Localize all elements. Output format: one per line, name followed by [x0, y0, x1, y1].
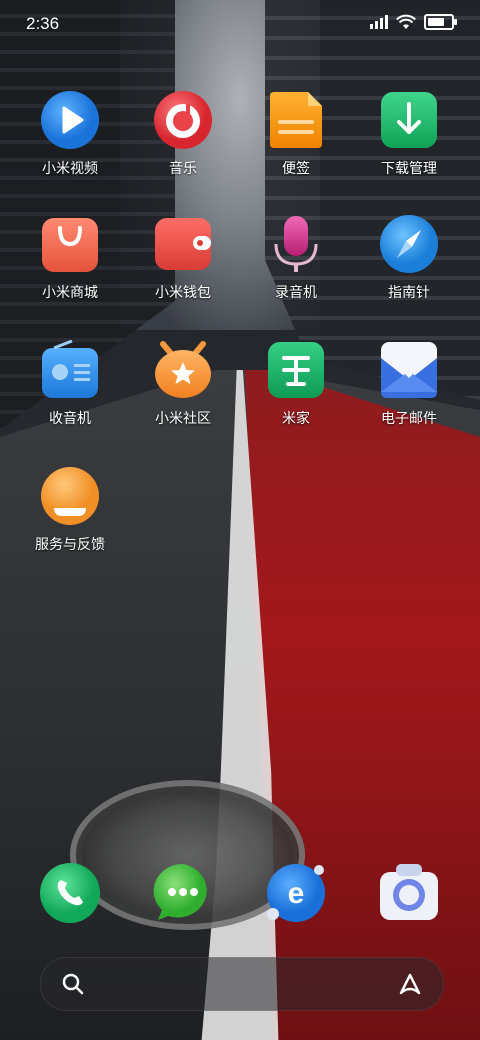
dock-phone[interactable]	[14, 862, 126, 924]
radio-icon	[40, 339, 100, 400]
app-notes[interactable]: 便签	[240, 90, 352, 178]
app-downloads[interactable]: 下载管理	[353, 90, 465, 178]
phone-icon	[39, 862, 101, 924]
app-label: 下载管理	[381, 161, 437, 177]
download-icon	[379, 90, 439, 150]
dock-camera[interactable]	[353, 862, 465, 924]
app-label: 电子邮件	[381, 411, 437, 427]
home-screen: 2:36 小米视频 音乐 便签 下载管理 小米商城 小米钱包 录音机 指南针 收…	[0, 0, 480, 1040]
notes-icon	[266, 90, 326, 150]
app-label: 小米商城	[42, 285, 98, 301]
app-label: 小米钱包	[155, 285, 211, 301]
svg-text:e: e	[288, 877, 305, 910]
wallet-icon	[153, 214, 213, 274]
search-bar[interactable]	[40, 957, 444, 1011]
app-music[interactable]: 音乐	[127, 90, 239, 178]
app-mi-video[interactable]: 小米视频	[14, 90, 126, 178]
app-label: 录音机	[275, 285, 317, 301]
microphone-icon	[266, 214, 326, 274]
dock-messages[interactable]	[127, 862, 239, 924]
status-bar: 2:36	[0, 0, 480, 50]
app-label: 收音机	[49, 411, 91, 427]
music-icon	[153, 90, 213, 150]
shopping-bag-icon	[40, 214, 100, 274]
message-icon	[152, 862, 214, 924]
status-time: 2:36	[26, 14, 60, 33]
app-label: 便签	[282, 161, 310, 177]
app-service-feedback[interactable]: 服务与反馈	[14, 466, 126, 554]
feedback-icon	[40, 466, 100, 526]
app-mi-store[interactable]: 小米商城	[14, 214, 126, 302]
app-recorder[interactable]: 录音机	[240, 214, 352, 302]
app-mi-community[interactable]: 小米社区	[127, 340, 239, 428]
status-icons	[370, 14, 457, 30]
play-icon	[40, 90, 100, 150]
signal-icon	[370, 15, 388, 29]
dock-browser[interactable]: e	[240, 862, 352, 924]
app-email[interactable]: 电子邮件	[353, 340, 465, 428]
app-label: 小米视频	[42, 161, 98, 177]
app-label: 小米社区	[155, 411, 211, 427]
app-compass[interactable]: 指南针	[353, 214, 465, 302]
app-radio[interactable]: 收音机	[14, 339, 126, 428]
app-label: 米家	[282, 411, 310, 427]
search-icon	[62, 973, 84, 995]
browser-icon: e	[265, 862, 327, 924]
mi-community-icon	[153, 340, 213, 400]
ai-assistant-icon[interactable]	[397, 971, 423, 997]
wifi-icon	[396, 14, 416, 29]
mijia-icon	[266, 340, 326, 400]
app-label: 指南针	[388, 285, 430, 301]
camera-icon	[378, 862, 440, 924]
battery-level	[428, 18, 444, 26]
app-mi-wallet[interactable]: 小米钱包	[127, 214, 239, 302]
app-mijia[interactable]: 米家	[240, 340, 352, 428]
battery-icon	[424, 14, 457, 30]
compass-icon	[379, 214, 439, 274]
app-label: 服务与反馈	[35, 537, 105, 553]
mail-icon	[379, 340, 439, 400]
app-label: 音乐	[169, 161, 197, 177]
